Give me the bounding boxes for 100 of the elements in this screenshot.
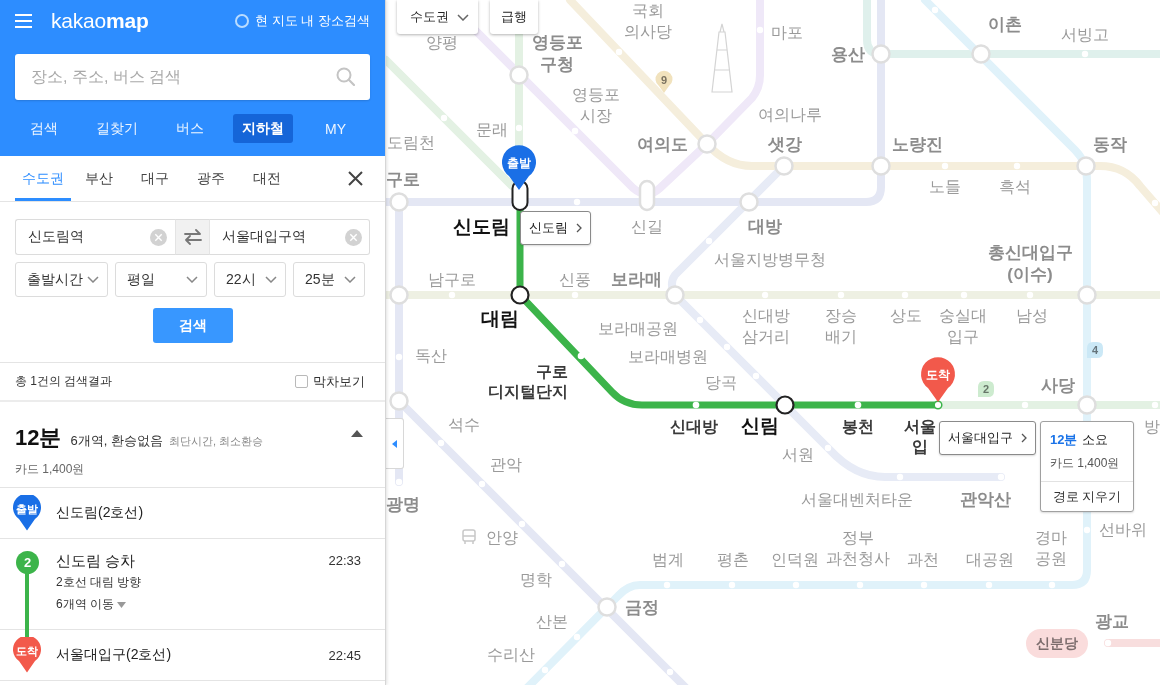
- station-dot: [1026, 291, 1034, 299]
- nav-tab[interactable]: 지하철: [232, 114, 293, 143]
- checkbox[interactable]: [295, 375, 308, 388]
- dropdown[interactable]: 평일: [115, 262, 207, 297]
- transfer-station: [509, 65, 529, 85]
- station-label: 서울지방병무청: [714, 251, 826, 268]
- chevron-down-icon: [265, 276, 277, 283]
- transfer-station: [389, 192, 409, 212]
- chevron-right-icon: [1021, 433, 1027, 443]
- stops-toggle[interactable]: 6개역 이동: [56, 596, 126, 613]
- station-dot: [931, 6, 939, 14]
- station-dot: [997, 473, 1005, 481]
- station-label: 정부 과천청사: [826, 529, 890, 567]
- station-dot: [573, 633, 581, 641]
- origin-field[interactable]: 신도림역: [15, 219, 175, 255]
- dropdown[interactable]: 25분: [293, 262, 365, 297]
- station-dot: [448, 291, 456, 299]
- station-dot: [518, 520, 526, 528]
- station-dot: [615, 48, 623, 56]
- close-icon[interactable]: [348, 171, 363, 186]
- region-tab[interactable]: 대전: [239, 156, 295, 201]
- station-dot: [705, 237, 713, 245]
- transfer-station: [1076, 156, 1096, 176]
- transfer-station: [739, 192, 759, 212]
- station-label: 신림: [741, 415, 779, 436]
- station-label: 관악: [490, 456, 522, 473]
- station-label: 범계: [652, 551, 684, 568]
- swap-button[interactable]: [175, 219, 210, 255]
- station-dot: [692, 401, 700, 409]
- destination-field[interactable]: 서울대입구역: [210, 219, 370, 255]
- station-label: 경마 공원: [1035, 529, 1067, 567]
- search-icon[interactable]: [336, 67, 355, 86]
- region-tab[interactable]: 광주: [183, 156, 239, 201]
- transfer-station: [871, 156, 891, 176]
- station-dot: [1021, 401, 1029, 409]
- station-dot: [577, 352, 585, 360]
- station-label: 산본: [536, 613, 568, 630]
- region-dropdown[interactable]: 수도권: [397, 0, 478, 34]
- collapse-caret-icon[interactable]: [351, 429, 363, 437]
- duration-label: 소요: [1082, 431, 1109, 449]
- station-label: 숭실대 입구: [939, 307, 987, 345]
- transfer-station: [638, 179, 656, 212]
- station-label: 서울대벤처타운: [801, 491, 913, 508]
- menu-icon[interactable]: [15, 14, 32, 28]
- station-dot: [478, 480, 486, 488]
- station-label: 대공원: [966, 551, 1014, 568]
- station-dot: [920, 581, 928, 589]
- region-tab[interactable]: 수도권: [15, 156, 71, 201]
- subway-line: [1104, 639, 1160, 647]
- fare-text: 카드 1,400원: [1049, 455, 1121, 472]
- station-label: 문래: [476, 121, 508, 138]
- station-label: 사당: [1041, 376, 1075, 395]
- station-dot: [752, 372, 760, 380]
- station-label: 흑석: [999, 178, 1031, 195]
- station-dot: [573, 198, 581, 206]
- station-dot: [1013, 162, 1021, 170]
- route-station: [775, 395, 795, 415]
- clear-icon[interactable]: [150, 228, 167, 246]
- line-badge: 9: [655, 70, 673, 93]
- station-label: 신대방 삼거리: [742, 307, 790, 345]
- station-popup[interactable]: 신도림: [520, 211, 591, 245]
- station-dot: [896, 473, 904, 481]
- station-dot: [901, 291, 909, 299]
- route-tags: 최단시간, 최소환승: [168, 434, 264, 449]
- station-label: 구로: [386, 170, 420, 189]
- station-label: 장승 배기: [825, 307, 857, 345]
- arrival-time: 22:45: [328, 647, 361, 663]
- station-label: 봉천: [842, 418, 874, 435]
- station-label: 양평: [426, 34, 458, 51]
- clear-icon[interactable]: [345, 228, 362, 246]
- station-label: 신도림: [452, 216, 510, 237]
- duration-text: 12분: [15, 424, 62, 452]
- collapse-panel-button[interactable]: [386, 418, 404, 469]
- station-label: 남구로: [428, 271, 476, 288]
- dropdown[interactable]: 22시: [214, 262, 286, 297]
- clear-route-button[interactable]: 경로 지우기: [1041, 482, 1133, 511]
- line-badge: 신분당: [1026, 629, 1088, 658]
- line-badge: 4: [1087, 342, 1103, 358]
- transfer-station: [389, 391, 409, 411]
- station-label: 독산: [415, 347, 447, 364]
- station-label: 마포: [771, 24, 803, 41]
- station-label: 용산: [831, 45, 865, 64]
- station-dot: [666, 668, 674, 676]
- last-train-option[interactable]: 막차보기: [295, 372, 365, 391]
- departure-time: 22:33: [328, 552, 361, 570]
- search-field[interactable]: 장소, 주소, 버스 검색: [15, 54, 370, 100]
- station-label: 석수: [448, 416, 480, 433]
- station-label: 관악산: [959, 490, 1011, 509]
- region-tab[interactable]: 대구: [127, 156, 183, 201]
- station-dot: [696, 316, 704, 324]
- express-button[interactable]: 급행: [490, 0, 538, 34]
- station-label: 영등포 구청: [531, 33, 583, 74]
- station-label: 수리산: [487, 646, 535, 663]
- result-count: 총 1건의 검색결과: [15, 373, 113, 390]
- dropdown[interactable]: 출발시간: [15, 262, 108, 297]
- station-dot: [933, 400, 943, 410]
- station-label: 평촌: [717, 551, 749, 568]
- station-label: 노들: [929, 178, 961, 195]
- station-popup[interactable]: 서울대입구: [939, 421, 1036, 455]
- region-tab[interactable]: 부산: [71, 156, 127, 201]
